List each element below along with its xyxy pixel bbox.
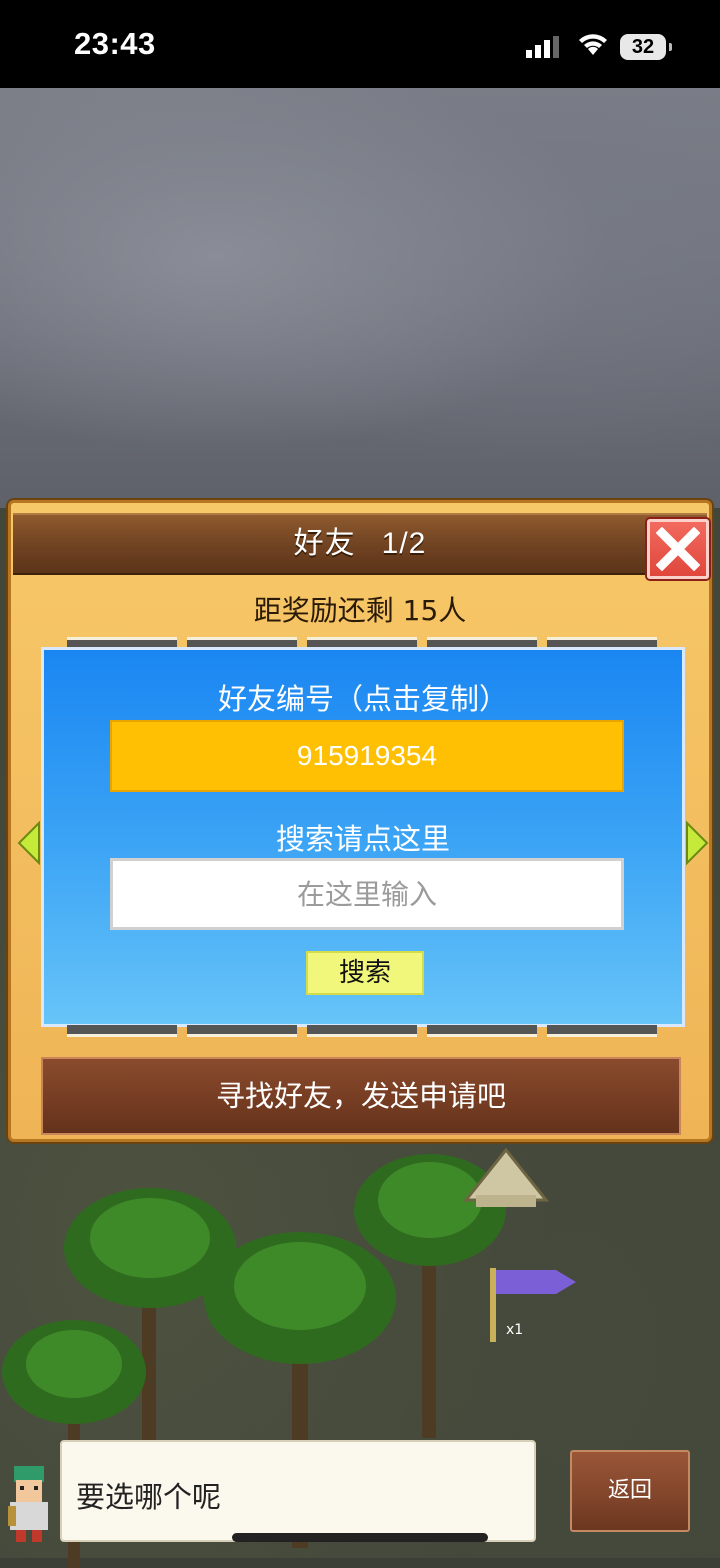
reward-remaining-text: 距奖励还剩 15人	[253, 594, 467, 627]
close-icon	[656, 527, 700, 571]
search-label: 搜索请点这里	[275, 822, 450, 856]
back-button[interactable]: 返回	[570, 1450, 690, 1532]
frame-tile	[187, 1025, 297, 1037]
dialog-header: 好友 1/2	[13, 513, 709, 579]
svg-text:x1: x1	[506, 1322, 523, 1338]
friend-id-label: 好友编号（点击复制）	[217, 682, 508, 716]
speech-bubble: 要选哪个呢	[60, 1440, 536, 1542]
frame-tile	[427, 1025, 537, 1037]
dialog-title: 好友 1/2	[13, 515, 707, 573]
wifi-icon	[579, 34, 607, 55]
character-avatar	[8, 1466, 48, 1542]
status-time: 23:43	[74, 26, 156, 61]
close-button[interactable]	[647, 519, 709, 579]
frame-tile	[547, 1025, 657, 1037]
sky-background	[0, 88, 720, 508]
dialog-title-text: 好友	[293, 526, 356, 561]
page-indicator: 1/2	[381, 527, 427, 560]
status-bar: 23:43 32	[0, 0, 720, 88]
signal-icon	[526, 36, 559, 58]
friends-dialog: 好友 1/2 距奖励还剩 15人 好友编号（点击复制） 915919354 搜索请…	[8, 500, 712, 1142]
flag-icon: x1	[490, 1268, 576, 1342]
panel-frame-bottom	[39, 1025, 685, 1037]
arrow-right-icon[interactable]	[685, 821, 709, 865]
find-friends-banner: 寻找好友，发送申请吧	[41, 1057, 681, 1135]
tower-icon	[462, 1147, 550, 1207]
battery-icon: 32	[620, 34, 672, 60]
frame-tile	[67, 1025, 177, 1037]
friend-search-input[interactable]	[110, 858, 624, 930]
speech-text: 要选哪个呢	[76, 1480, 222, 1514]
search-button[interactable]: 搜索	[306, 951, 424, 995]
friend-id-copy-field[interactable]: 915919354	[110, 720, 624, 792]
arrow-left-icon[interactable]	[17, 821, 41, 865]
frame-tile	[307, 1025, 417, 1037]
friend-search-panel: 好友编号（点击复制） 915919354 搜索请点这里 搜索	[41, 647, 685, 1027]
home-indicator[interactable]	[232, 1533, 488, 1542]
